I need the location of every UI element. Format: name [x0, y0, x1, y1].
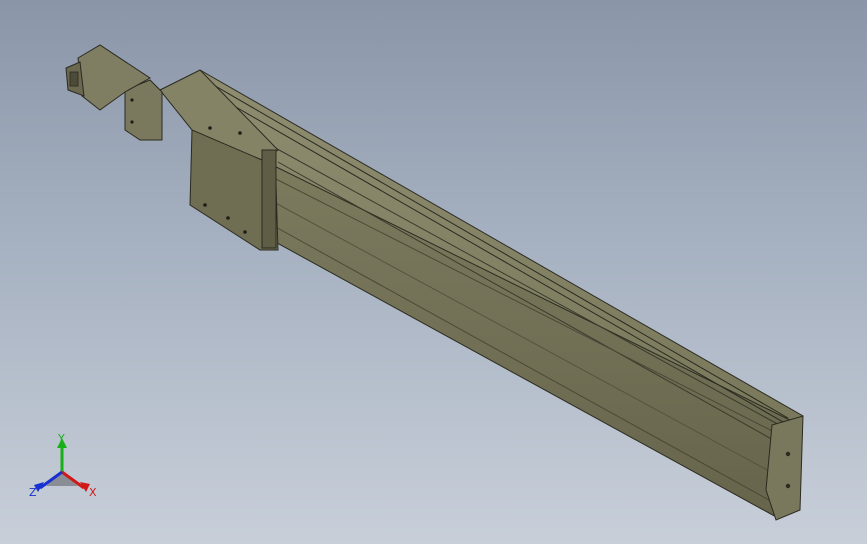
rail-groove-4: [277, 161, 785, 447]
rail-groove-2: [214, 94, 791, 427]
end-plate: [765, 415, 804, 521]
triad-y-label: Y: [58, 432, 65, 445]
rail-side-line-1: [267, 174, 791, 441]
flange-screw-1: [130, 98, 134, 102]
carriage-screw-3: [203, 203, 207, 207]
rail-side-line-2: [269, 199, 783, 479]
carriage-screw-2: [238, 131, 242, 135]
carriage-strip: [261, 149, 277, 249]
carriage-screw-5: [243, 230, 247, 234]
graphics-viewport[interactable]: Y X Z: [0, 0, 867, 544]
end-plate-hole-bottom: [785, 483, 791, 489]
rail-groove-3: [269, 144, 793, 433]
end-plate-hole-top: [785, 451, 791, 457]
rail-side-face: [261, 159, 801, 519]
linear-actuator-model[interactable]: [0, 0, 867, 544]
motor-connector-slot: [69, 71, 79, 87]
carriage-screw-4: [226, 216, 230, 220]
flange-screw-2: [130, 120, 134, 124]
triad-z-label: Z: [29, 486, 37, 499]
triad-x-label: X: [89, 486, 97, 499]
carriage-screw-1: [208, 126, 212, 130]
